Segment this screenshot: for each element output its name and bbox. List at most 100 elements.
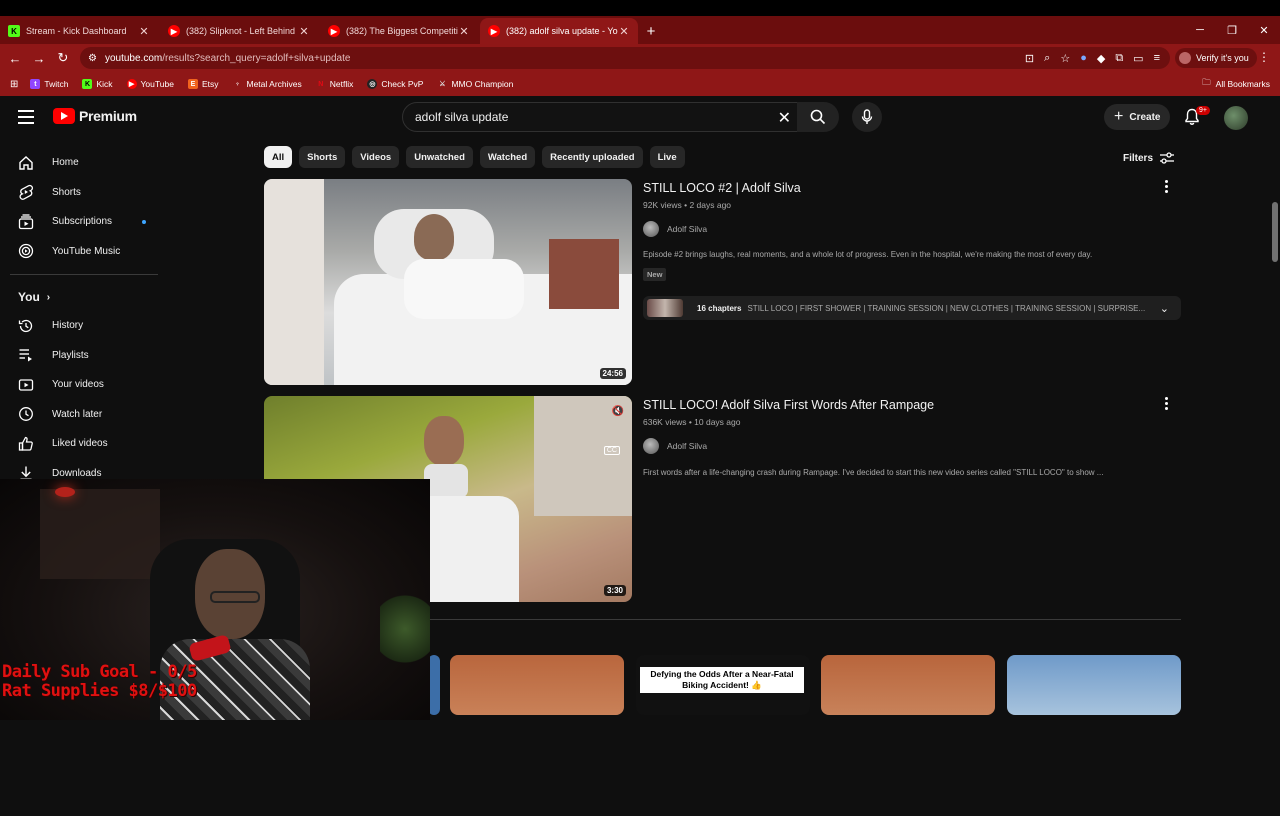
new-content-dot (142, 220, 146, 224)
extension-icon[interactable]: ● (1080, 52, 1087, 64)
chip-live[interactable]: Live (649, 146, 685, 168)
chip-recently-uploaded[interactable]: Recently uploaded (542, 146, 643, 168)
browser-tab[interactable]: ▶ (382) Slipknot - Left Behind [OF ✕ (160, 18, 318, 44)
webcam-plant (380, 589, 430, 669)
extension-diamond-icon[interactable]: ◆ (1097, 52, 1105, 65)
sidebar-item-liked-videos[interactable]: Liked videos (0, 429, 168, 459)
scrollbar-thumb[interactable] (1272, 202, 1278, 262)
reload-icon[interactable]: ↻ (51, 50, 75, 66)
bookmark-mmo-champion[interactable]: ⚔ MMO Champion (437, 79, 513, 89)
tab-title: Stream - Kick Dashboard (26, 26, 127, 36)
bookmark-metal-archives[interactable]: ♆ Metal Archives (232, 79, 302, 89)
chapters-count: 16 chapters (697, 303, 742, 313)
sidebar-item-history[interactable]: History (0, 311, 168, 341)
bookmark-etsy[interactable]: E Etsy (187, 79, 218, 89)
close-tab-icon[interactable]: ✕ (298, 25, 310, 38)
sidebar-item-playlists[interactable]: Playlists (0, 341, 168, 371)
youtube-premium-logo[interactable]: Premium (53, 108, 137, 124)
sidebar-item-home[interactable]: Home (0, 148, 168, 178)
bookmark-netflix[interactable]: N Netflix (316, 79, 353, 89)
sidebar-item-label: History (52, 320, 84, 332)
sidebar-item-youtube-music[interactable]: YouTube Music (0, 237, 168, 267)
tab-title: (382) The Biggest Competition (346, 26, 458, 36)
browser-menu-icon[interactable]: ⋮ (1258, 50, 1270, 64)
verify-label: Verify it's you (1196, 53, 1249, 63)
thumbnail-person (414, 214, 454, 260)
chip-unwatched[interactable]: Unwatched (406, 146, 473, 168)
sidebar-item-your-videos[interactable]: Your videos (0, 370, 168, 400)
sidebar-item-label: Home (52, 157, 79, 169)
channel-link[interactable]: Adolf Silva (643, 438, 707, 454)
bookmark-twitch[interactable]: t Twitch (30, 79, 68, 89)
bookmark-label: Twitch (44, 79, 69, 89)
video-title[interactable]: STILL LOCO #2 | Adolf Silva (643, 181, 801, 195)
zoom-icon[interactable]: ⌕ (1044, 52, 1050, 65)
chip-shorts[interactable]: Shorts (299, 146, 346, 168)
menu-icon[interactable] (18, 110, 34, 128)
sidepanel-icon[interactable]: ▭ (1133, 52, 1143, 65)
captions-icon[interactable]: CC (603, 446, 620, 455)
apps-grid-icon[interactable]: ⊞ (10, 79, 18, 90)
chip-all[interactable]: All (264, 146, 293, 168)
kick-icon: K (82, 79, 93, 89)
donation-goal-text: Rat Supplies $8/$100 (2, 681, 197, 701)
bookmark-label: MMO Champion (451, 79, 514, 89)
back-icon[interactable]: ← (3, 51, 27, 66)
sidebar-you-header[interactable]: You › (0, 283, 168, 311)
voice-search-button[interactable] (852, 102, 882, 132)
short-thumbnail[interactable] (821, 655, 995, 715)
chevron-down-icon[interactable]: ⌄ (1160, 302, 1169, 315)
filters-label: Filters (1123, 152, 1154, 164)
create-button[interactable]: + Create (1104, 104, 1171, 130)
media-controls-icon[interactable]: ≡ (1154, 52, 1160, 64)
bookmark-youtube[interactable]: ▶ YouTube (126, 79, 174, 89)
video-title[interactable]: STILL LOCO! Adolf Silva First Words Afte… (643, 398, 934, 412)
new-tab-button[interactable]: + (640, 20, 662, 42)
page-scrollbar[interactable] (1270, 192, 1280, 816)
extensions-puzzle-icon[interactable]: ⧉ (1115, 52, 1123, 65)
video-options-icon[interactable] (1165, 397, 1169, 412)
sidebar-item-watch-later[interactable]: Watch later (0, 400, 168, 430)
address-bar[interactable]: ⚙ youtube.com/results?search_query=adolf… (80, 47, 1170, 69)
channel-link[interactable]: Adolf Silva (643, 221, 707, 237)
all-bookmarks-button[interactable]: 🗀 All Bookmarks (1202, 72, 1270, 96)
minimize-icon[interactable]: ─ (1184, 24, 1216, 36)
metal-archives-icon: ♆ (234, 80, 241, 88)
short-thumbnail[interactable]: Defying the Odds After a Near-Fatal Biki… (636, 655, 810, 715)
close-window-icon[interactable]: ✕ (1248, 24, 1280, 37)
chapters-bar[interactable]: 16 chapters STILL LOCO | FIRST SHOWER | … (643, 296, 1181, 320)
search-button[interactable] (797, 102, 839, 132)
verify-profile-button[interactable]: Verify it's you (1175, 48, 1257, 68)
short-thumbnail[interactable] (450, 655, 624, 715)
search-input[interactable]: adolf silva update ✕ (402, 102, 802, 132)
close-tab-icon[interactable]: ✕ (458, 25, 470, 38)
your-videos-icon (18, 377, 34, 393)
browser-tab[interactable]: K Stream - Kick Dashboard ✕ (0, 18, 158, 44)
browser-tab[interactable]: ▶ (382) The Biggest Competition ✕ (320, 18, 478, 44)
short-thumbnail[interactable] (1007, 655, 1181, 715)
forward-icon[interactable]: → (27, 51, 51, 66)
bookmark-kick[interactable]: K Kick (82, 79, 113, 89)
browser-tab-active[interactable]: ▶ (382) adolf silva update - YouTube ✕ (480, 18, 638, 44)
video-thumbnail[interactable]: 24:56 (264, 179, 632, 385)
clear-search-icon[interactable]: ✕ (778, 108, 791, 128)
bookmark-check-pvp[interactable]: ◎ Check PvP (367, 79, 423, 89)
site-info-icon[interactable]: ⚙ (88, 53, 97, 64)
mute-icon[interactable]: 🔇 (612, 406, 624, 417)
account-avatar[interactable] (1224, 106, 1248, 130)
video-options-icon[interactable] (1165, 180, 1169, 195)
chip-watched[interactable]: Watched (479, 146, 536, 168)
close-tab-icon[interactable]: ✕ (138, 25, 150, 38)
bookmark-star-icon[interactable]: ☆ (1060, 52, 1070, 65)
check-pvp-icon: ◎ (367, 79, 378, 89)
install-app-icon[interactable]: ⊡ (1025, 52, 1034, 65)
sidebar-item-label: Shorts (52, 186, 81, 198)
close-tab-icon[interactable]: ✕ (618, 25, 630, 38)
bookmark-label: Kick (96, 79, 113, 89)
maximize-icon[interactable]: ❐ (1216, 24, 1248, 37)
sidebar-item-label: Playlists (52, 349, 89, 361)
sidebar-item-shorts[interactable]: Shorts (0, 178, 168, 208)
sidebar-item-subscriptions[interactable]: Subscriptions (0, 207, 168, 237)
chip-videos[interactable]: Videos (352, 146, 400, 168)
filters-button[interactable]: Filters (1123, 151, 1175, 165)
